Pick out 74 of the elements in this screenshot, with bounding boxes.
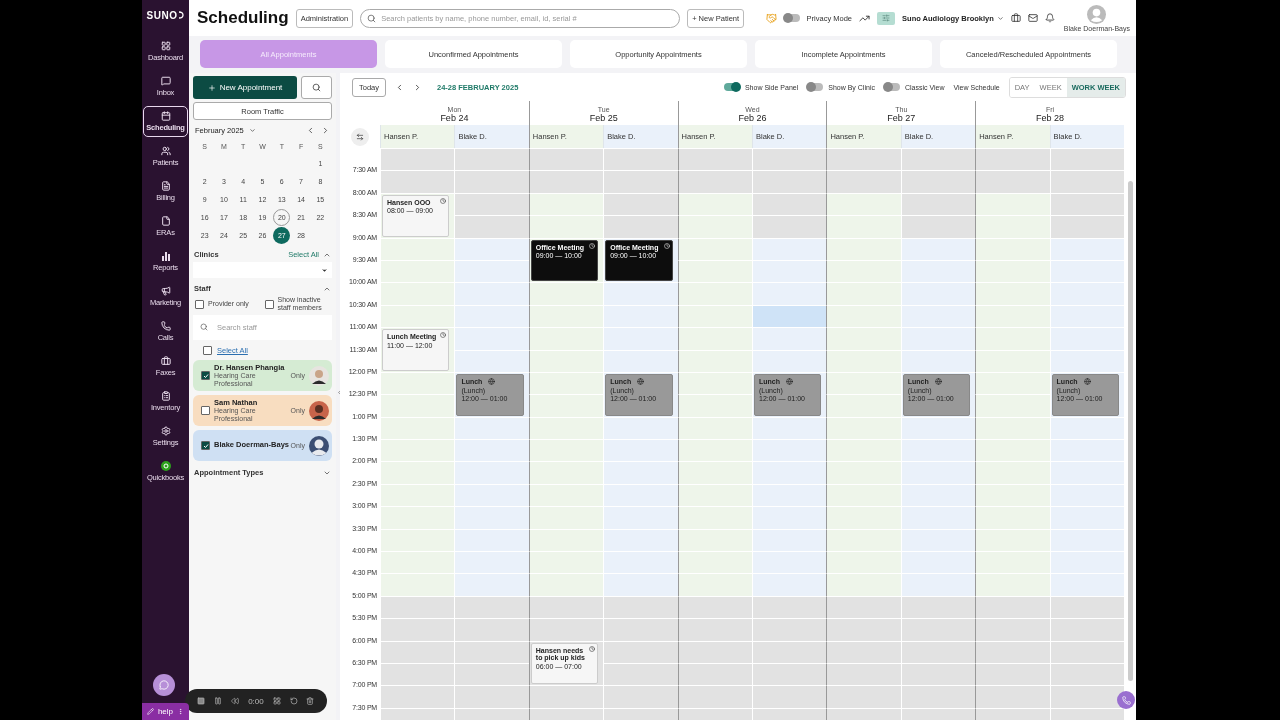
- clinic-icon[interactable]: [877, 11, 896, 25]
- date-label: Feb 25: [589, 113, 618, 123]
- scrollbar[interactable]: [1128, 181, 1133, 681]
- bell-icon[interactable]: [1044, 13, 1055, 23]
- search-icon: [312, 83, 321, 92]
- next-month-icon[interactable]: [321, 126, 330, 135]
- time-slot[interactable]: [1049, 685, 1124, 708]
- previous-icon[interactable]: [395, 82, 404, 92]
- dashboard-icon: [160, 41, 171, 51]
- toggle-switch[interactable]: [807, 83, 824, 91]
- globe-icon: [637, 378, 645, 386]
- globe-icon: [786, 378, 793, 386]
- clock-icon: [440, 197, 447, 204]
- pencil-icon: [146, 708, 154, 715]
- search-button[interactable]: [301, 76, 332, 99]
- user-avatar[interactable]: [1087, 4, 1107, 24]
- checkbox[interactable]: [264, 299, 274, 309]
- clock-icon: [663, 242, 670, 249]
- swap-icon: [356, 132, 364, 141]
- next-icon[interactable]: [413, 82, 422, 92]
- globe-icon: [488, 378, 496, 386]
- chat-icon: [159, 680, 169, 690]
- recording-time: 0:00: [248, 696, 264, 706]
- clock-icon: [440, 332, 447, 339]
- clock-icon: [589, 645, 596, 652]
- handshake-icon[interactable]: [765, 12, 777, 24]
- toggle-switch[interactable]: [723, 83, 740, 91]
- collapse-panel-button[interactable]: [336, 389, 343, 396]
- mail-icon[interactable]: [1027, 13, 1038, 23]
- inbox-icon: [160, 76, 171, 86]
- users-icon: [160, 146, 171, 156]
- clipboard-icon: [160, 391, 171, 401]
- phone-icon: [1121, 695, 1131, 705]
- briefcase-icon: [160, 356, 171, 366]
- bar-chart-icon: [160, 251, 171, 261]
- logo-text: SUNO: [146, 9, 178, 21]
- settings-icon: [160, 426, 171, 436]
- rewind-icon[interactable]: [231, 697, 240, 705]
- grid-icon[interactable]: [272, 697, 281, 705]
- pause-icon[interactable]: [214, 697, 223, 705]
- date-label: Feb 24: [440, 113, 469, 123]
- globe-icon: [1083, 378, 1091, 386]
- document-icon: [160, 181, 171, 191]
- clock-icon: [589, 242, 596, 249]
- logo-mark-icon: [178, 11, 185, 19]
- help-button[interactable]: help: [142, 703, 189, 720]
- trash-icon[interactable]: [306, 697, 315, 705]
- checkbox[interactable]: [201, 406, 210, 416]
- date-label: Feb 27: [887, 113, 916, 123]
- stop-icon[interactable]: [197, 697, 206, 705]
- plus-icon: [207, 83, 216, 92]
- checkbox[interactable]: [201, 371, 210, 381]
- caret-icon: [321, 266, 328, 274]
- calendar-icon: [160, 111, 171, 121]
- briefcase-icon[interactable]: [1010, 13, 1021, 23]
- file-icon: [160, 216, 171, 226]
- phone-icon: [160, 321, 171, 331]
- caret-icon: [248, 127, 256, 134]
- page-title: Scheduling: [197, 8, 289, 28]
- globe-icon: [934, 378, 942, 386]
- megaphone-icon: [160, 286, 171, 296]
- date-label: Feb 28: [1036, 113, 1065, 123]
- toggle-switch[interactable]: [883, 83, 900, 91]
- checkbox[interactable]: [203, 345, 212, 355]
- checkbox[interactable]: [201, 441, 210, 451]
- undo-icon[interactable]: [289, 697, 298, 705]
- quickbooks-icon: [160, 461, 171, 471]
- swap-button[interactable]: [351, 127, 369, 146]
- toggle-switch[interactable]: [783, 14, 800, 22]
- previous-month-icon[interactable]: [306, 126, 315, 135]
- caret-icon: [996, 14, 1004, 22]
- date-label: Feb 26: [738, 113, 767, 123]
- checkbox[interactable]: [195, 299, 204, 309]
- new-appointment-button[interactable]: New Appointment: [193, 76, 297, 99]
